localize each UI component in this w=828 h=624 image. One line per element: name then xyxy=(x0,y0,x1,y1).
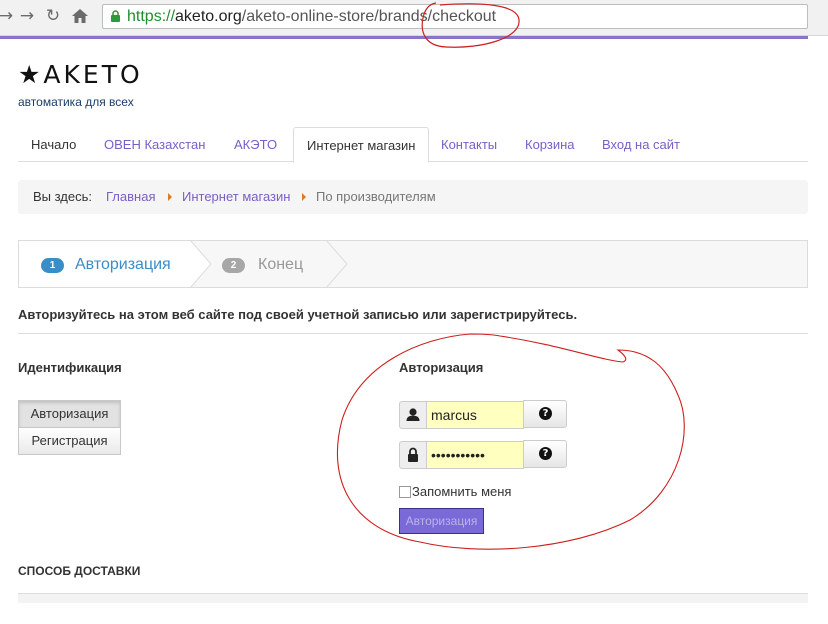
address-bar[interactable]: https://aketo.org/aketo-online-store/bra… xyxy=(102,4,808,29)
auth-tab-button[interactable]: Авторизация xyxy=(18,400,121,428)
url-host: aketo.org xyxy=(175,8,242,25)
question-icon: ? xyxy=(539,447,552,460)
breadcrumb-current: По производителям xyxy=(316,189,436,204)
accent-rule xyxy=(0,36,808,39)
remember-me-checkbox[interactable] xyxy=(399,486,411,498)
login-intro: Авторизуйтесь на этом веб сайте под свое… xyxy=(18,307,578,322)
site-tagline: автоматика для всех xyxy=(18,95,134,109)
shipping-section-bar xyxy=(18,593,808,603)
checkout-steps: 1 Авторизация 2 Конец xyxy=(18,240,808,288)
lock-icon xyxy=(408,447,418,462)
nav-item-home[interactable]: Начало xyxy=(18,127,89,162)
nav-item-store[interactable]: Интернет магазин xyxy=(293,127,430,163)
remember-me-label: Запомнить меня xyxy=(412,484,512,499)
browser-toolbar: → → ↻ https://aketo.org/aketo-online-sto… xyxy=(0,0,828,36)
step-authorization[interactable]: 1 Авторизация xyxy=(19,241,190,287)
divider xyxy=(18,333,808,334)
shipping-heading: СПОСОБ ДОСТАВКИ xyxy=(18,564,141,578)
password-field[interactable]: ••••••••••• xyxy=(426,441,524,469)
nav-item-aketo[interactable]: АКЭТО xyxy=(221,127,290,162)
url-text: https://aketo.org/aketo-online-store/bra… xyxy=(127,6,496,28)
step-label: Конец xyxy=(258,256,304,273)
step-label: Авторизация xyxy=(75,256,171,273)
site-logo[interactable]: ★AKETO xyxy=(18,60,143,89)
forward-arrow-icon[interactable]: → xyxy=(17,5,37,27)
breadcrumb-store[interactable]: Интернет магазин xyxy=(182,180,290,214)
step-arrow-icon xyxy=(190,240,212,288)
nav-item-cart[interactable]: Корзина xyxy=(512,127,588,162)
url-scheme: https:// xyxy=(127,8,176,25)
step-number-badge: 1 xyxy=(41,258,64,273)
home-icon[interactable] xyxy=(70,5,90,27)
nav-item-contacts[interactable]: Контакты xyxy=(428,127,510,162)
login-submit-button[interactable]: Авторизация xyxy=(399,508,484,534)
question-icon: ? xyxy=(539,407,552,420)
username-addon xyxy=(399,401,427,429)
user-icon xyxy=(406,408,420,421)
nav-item-oven[interactable]: ОВЕН Казахстан xyxy=(91,127,218,162)
password-addon xyxy=(399,441,427,469)
password-help-button[interactable]: ? xyxy=(523,440,567,468)
breadcrumb: Вы здесь: Главная Интернет магазин По пр… xyxy=(18,180,808,214)
url-path: /aketo-online-store/brands/checkout xyxy=(241,8,497,25)
register-tab-button[interactable]: Регистрация xyxy=(18,427,121,455)
breadcrumb-home[interactable]: Главная xyxy=(106,180,155,214)
reload-icon[interactable]: ↻ xyxy=(43,5,63,27)
step-arrow-icon xyxy=(326,240,348,288)
breadcrumb-separator-icon xyxy=(168,193,172,201)
secure-lock-icon xyxy=(111,10,120,22)
remember-me[interactable]: Запомнить меня xyxy=(399,484,511,499)
breadcrumb-prefix: Вы здесь: xyxy=(33,189,93,204)
step-number-badge: 2 xyxy=(222,258,245,273)
back-arrow-icon[interactable]: → xyxy=(0,5,16,27)
nav-item-login[interactable]: Вход на сайт xyxy=(589,127,693,162)
authorization-heading: Авторизация xyxy=(399,360,484,375)
username-help-button[interactable]: ? xyxy=(523,400,567,428)
identification-heading: Идентификация xyxy=(18,360,122,375)
breadcrumb-separator-icon xyxy=(302,193,306,201)
username-field[interactable]: marcus xyxy=(426,401,524,429)
main-nav: Начало ОВЕН Казахстан АКЭТО Интернет маг… xyxy=(18,127,808,163)
